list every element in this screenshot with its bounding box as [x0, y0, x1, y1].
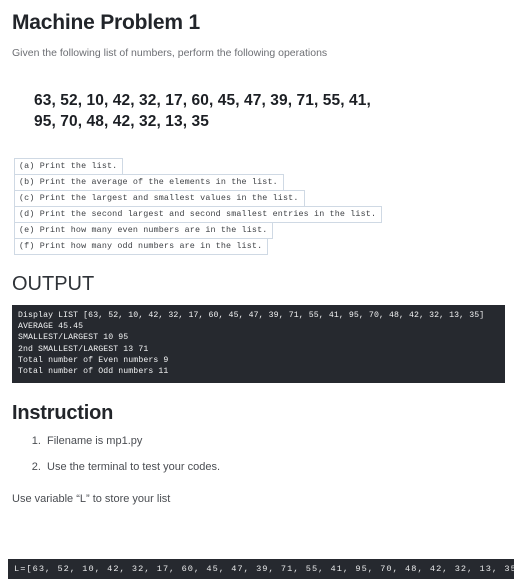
- operation-item: (c) Print the largest and smallest value…: [14, 190, 305, 207]
- operation-item: (b) Print the average of the elements in…: [14, 174, 284, 191]
- output-line: Display LIST [63, 52, 10, 42, 32, 17, 60…: [18, 311, 485, 320]
- output-terminal: Display LIST [63, 52, 10, 42, 32, 17, 60…: [12, 305, 505, 384]
- output-line: Total number of Odd numbers 11: [18, 367, 169, 377]
- problem-document: Machine Problem 1 Given the following li…: [0, 0, 518, 579]
- instruction-heading: Instruction: [12, 402, 114, 425]
- instruction-item: Filename is mp1.py: [44, 434, 518, 449]
- output-line: Total number of Even numbers 9: [18, 355, 169, 365]
- output-line: AVERAGE 45.45: [18, 322, 84, 332]
- operation-item: (e) Print how many even numbers are in t…: [14, 222, 274, 239]
- bottom-code-bar: L=[63, 52, 10, 42, 32, 17, 60, 45, 47, 3…: [8, 559, 514, 579]
- output-heading: OUTPUT: [12, 273, 95, 295]
- variable-note: Use variable “L” to store your list: [12, 493, 171, 506]
- page-subtitle: Given the following list of numbers, per…: [12, 47, 328, 59]
- instruction-items: Filename is mp1.py Use the terminal to te…: [0, 426, 518, 475]
- number-list-line-2: 95, 70, 48, 42, 32, 13, 35: [34, 113, 209, 130]
- page-title: Machine Problem 1: [12, 11, 200, 34]
- operations-list: (a) Print the list. (b) Print the average…: [0, 132, 518, 255]
- number-list-line-1: 63, 52, 10, 42, 32, 17, 60, 45, 47, 39, …: [34, 92, 371, 109]
- instruction-item: Use the terminal to test your codes.: [44, 460, 518, 475]
- operation-item: (a) Print the list.: [14, 158, 124, 175]
- number-list: 63, 52, 10, 42, 32, 17, 60, 45, 47, 39, …: [0, 60, 518, 132]
- operation-item: (f) Print how many odd numbers are in th…: [14, 238, 269, 255]
- operation-item: (d) Print the second largest and second …: [14, 206, 383, 223]
- output-line: SMALLEST/LARGEST 10 95: [18, 333, 129, 343]
- output-line: 2nd SMALLEST/LARGEST 13 71: [18, 344, 149, 354]
